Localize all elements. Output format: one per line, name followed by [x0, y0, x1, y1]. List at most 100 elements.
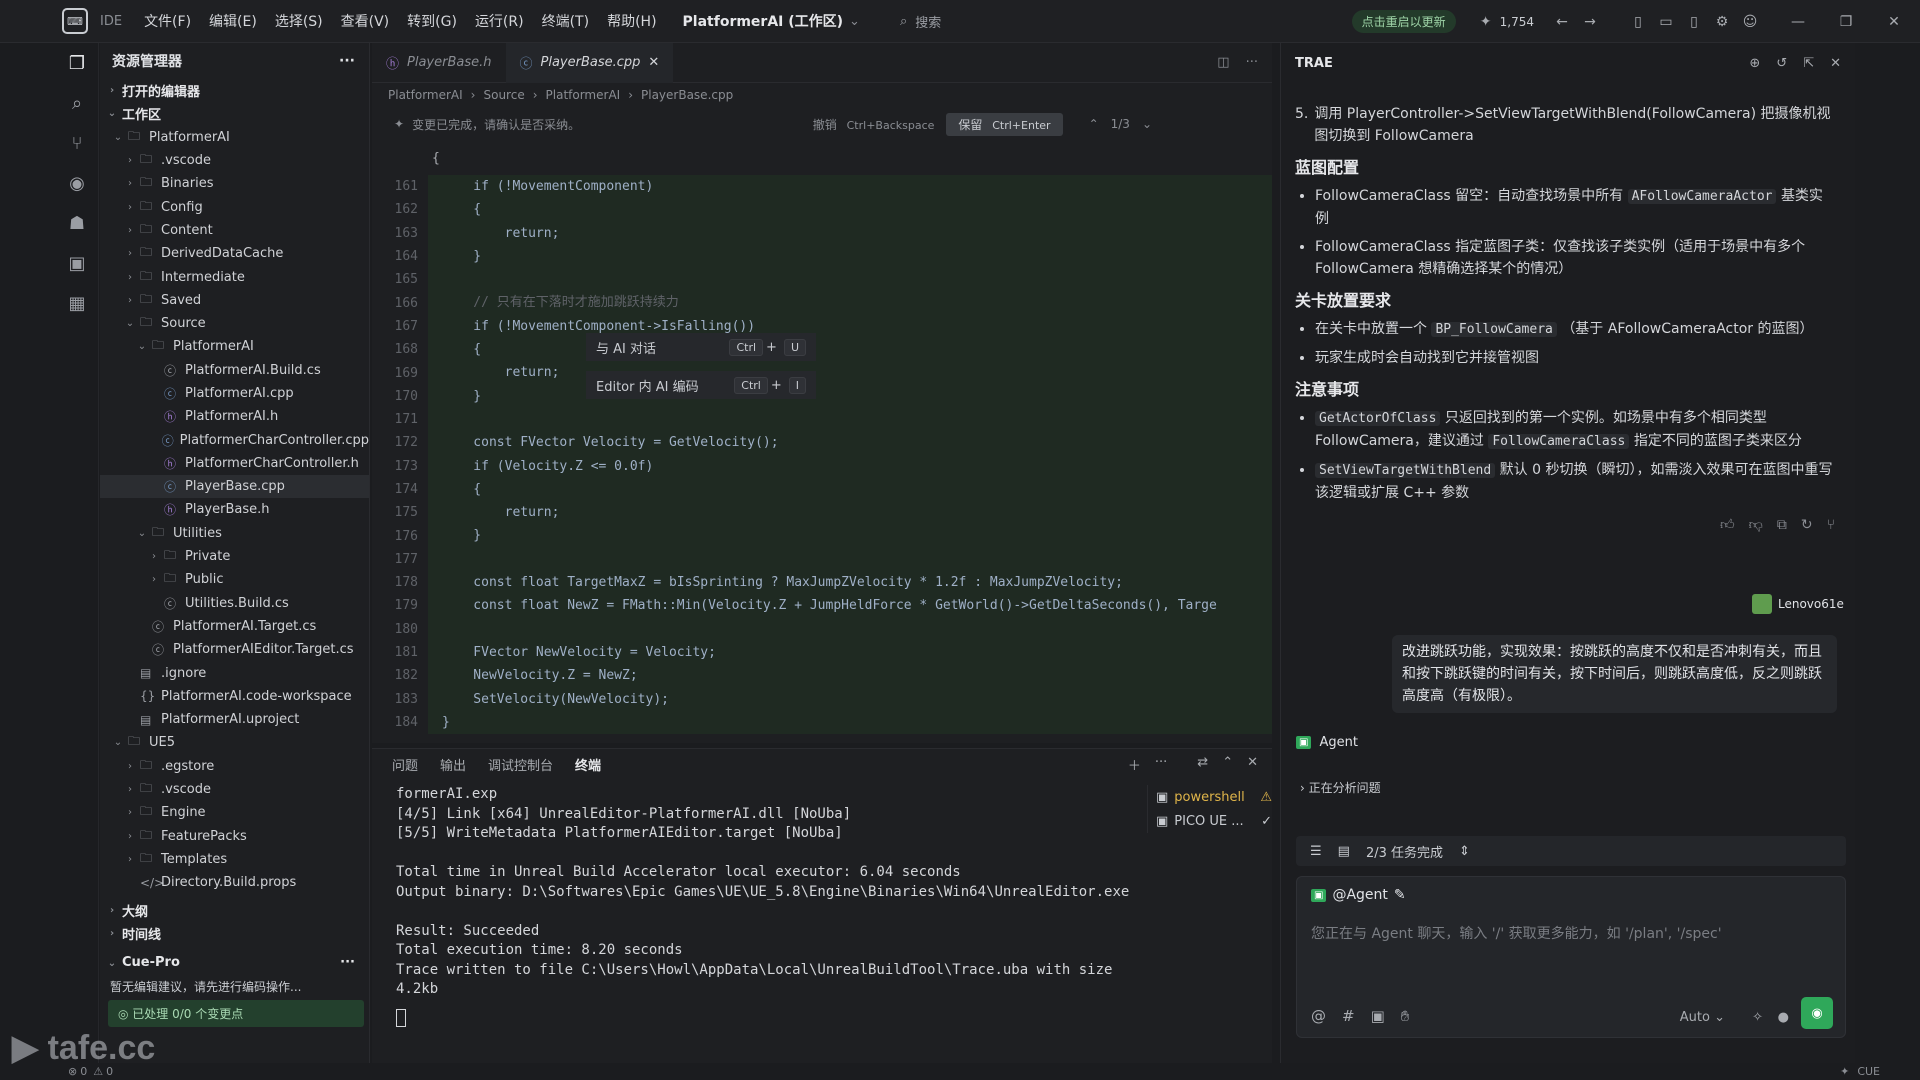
folder-item[interactable]: › 🗀︎ Private [100, 545, 369, 568]
copy-icon[interactable]: ⧉ [1777, 514, 1787, 536]
breadcrumb-item[interactable]: PlatformerAI [388, 88, 463, 102]
file-item[interactable]: ⓒ Utilities.Build.cs [100, 592, 369, 615]
forward-arrow-icon[interactable]: → [1576, 14, 1604, 30]
file-item[interactable]: ▤ PlatformerAI.uproject [100, 708, 369, 731]
project-switcher[interactable]: PlatformerAI (工作区) [683, 11, 844, 31]
cue-pro-section[interactable]: ⌄ Cue-Pro ··· [100, 951, 369, 974]
context-menu-edit[interactable]: Editor 内 AI 编码 Ctrl + I [586, 371, 816, 399]
history-icon[interactable]: ↺ [1776, 56, 1787, 71]
code-view[interactable]: 161 if (!MovementComponent) 162 {163 retu… [372, 175, 1272, 735]
context-menu-chat[interactable]: 与 AI 对话 Ctrl + U [586, 333, 816, 361]
folder-item[interactable]: › 🗀︎ Intermediate [100, 265, 369, 288]
timeline-section[interactable]: › 时间线 [100, 922, 369, 945]
back-arrow-icon[interactable]: ← [1548, 14, 1576, 30]
file-item[interactable]: {} PlatformerAI.code-workspace [100, 685, 369, 708]
file-item[interactable]: ⓒ PlatformerAI.cpp [100, 382, 369, 405]
keep-button[interactable]: 保留 Ctrl+Enter [946, 112, 1063, 136]
minimize-icon[interactable]: — [1784, 14, 1812, 30]
file-item[interactable]: ⓒ PlatformerCharController.cpp [100, 428, 369, 451]
open-external-icon[interactable]: ⇱ [1803, 56, 1814, 71]
microphone-icon[interactable]: ● [1778, 1010, 1789, 1025]
agent-mention[interactable]: ▣ @Agent ✎ [1311, 887, 1406, 903]
search-icon[interactable]: ⌕ [55, 83, 99, 123]
folder-item[interactable]: › 🗀︎ Templates [100, 848, 369, 871]
thumbs-up-icon[interactable]: 👍︎ [1720, 514, 1735, 536]
close-tab-icon[interactable]: ✕ [648, 55, 659, 70]
workspace-section[interactable]: ⌄ 工作区 [100, 102, 369, 125]
file-item[interactable]: ⓗ PlayerBase.h [100, 498, 369, 521]
folder-item[interactable]: › 🗀︎ Binaries [100, 172, 369, 195]
folder-item[interactable]: ⌄ 🗀︎ UE5 [100, 731, 369, 754]
next-change-icon[interactable]: ⌄ [1142, 117, 1152, 131]
menu-item[interactable]: 选择(S) [275, 11, 323, 31]
folder-item[interactable]: › 🗀︎ Public [100, 568, 369, 591]
hash-context-icon[interactable]: # [1342, 1007, 1355, 1025]
tab-playerbase-cpp[interactable]: ⓒ PlayerBase.cpp ✕ [505, 42, 674, 83]
folder-item[interactable]: › 🗀︎ .vscode [100, 149, 369, 172]
app-logo-icon[interactable]: ⌨ [62, 8, 88, 34]
folder-item[interactable]: › 🗀︎ Saved [100, 289, 369, 312]
tab-playerbase-h[interactable]: ⓗ PlayerBase.h [372, 43, 506, 83]
split-editor-icon[interactable]: ◫ [1217, 55, 1229, 70]
folder-item[interactable]: › 🗀︎ .vscode [100, 778, 369, 801]
file-item[interactable]: ⓗ PlatformerAI.h [100, 405, 369, 428]
hand-icon[interactable]: ✋︎ [1401, 1007, 1410, 1025]
folder-item[interactable]: ⌄ 🗀︎ PlatformerAI [100, 335, 369, 358]
chat-input-box[interactable]: ▣ @Agent ✎ 您正在与 Agent 聊天，输入 '/' 获取更多能力，如… [1296, 876, 1846, 1038]
model-selector[interactable]: Auto ⌄ [1680, 1010, 1725, 1025]
watch-icon[interactable]: ◉ [55, 163, 99, 203]
terminal-output[interactable]: formerAI.exp [4/5] Link [x64] UnrealEdito… [396, 785, 1156, 1000]
close-icon[interactable]: ✕ [1830, 56, 1841, 71]
settings-icon[interactable]: ⚙ [1708, 14, 1736, 30]
file-item[interactable]: ⓒ PlayerBase.cpp [100, 475, 369, 499]
menu-item[interactable]: 运行(R) [475, 11, 524, 31]
breadcrumb-item[interactable]: PlatformerAI [546, 88, 621, 102]
menu-item[interactable]: 编辑(E) [209, 11, 257, 31]
outline-section[interactable]: › 大纲 [100, 898, 369, 921]
more-actions-icon[interactable]: ··· [340, 955, 355, 970]
undo-button[interactable]: 撤销 Ctrl+Backspace [813, 116, 935, 133]
extensions-icon[interactable]: ▦ [55, 283, 99, 323]
restart-update-button[interactable]: 点击重启以更新 [1351, 10, 1456, 33]
breadcrumb-item[interactable]: Source [483, 88, 524, 102]
split-terminal-icon[interactable]: ⇄ [1197, 755, 1208, 774]
branch-icon[interactable]: ⑂ [1827, 514, 1835, 536]
toggle-panel-icon[interactable]: ▭ [1652, 14, 1680, 30]
chevron-down-icon[interactable]: ⌄ [849, 14, 860, 29]
toggle-sidebar-icon[interactable]: ▯ [1624, 14, 1652, 30]
prev-change-icon[interactable]: ⌃ [1089, 117, 1099, 131]
tasks-icon[interactable]: ☰ [1310, 844, 1322, 859]
menu-item[interactable]: 帮助(H) [607, 11, 656, 31]
menu-item[interactable]: 查看(V) [341, 11, 390, 31]
folder-item[interactable]: ⌄ 🗀︎ PlatformerAI [100, 126, 369, 149]
maximize-icon[interactable]: ❐ [1832, 14, 1860, 30]
explorer-icon[interactable]: ❐ [55, 43, 99, 83]
debug-icon[interactable]: ☗ [55, 203, 99, 243]
thumbs-down-icon[interactable]: 👎︎ [1749, 514, 1763, 536]
folder-item[interactable]: › 🗀︎ DerivedDataCache [100, 242, 369, 265]
global-search[interactable]: ⌕ 搜索 [900, 12, 941, 31]
document-icon[interactable]: ▤ [1338, 844, 1350, 859]
folder-item[interactable]: › 🗀︎ FeaturePacks [100, 825, 369, 848]
sparkle-icon[interactable]: ✧ [1752, 1010, 1763, 1025]
maximize-panel-icon[interactable]: ⌃ [1222, 755, 1233, 774]
open-editors-section[interactable]: › 打开的编辑器 [100, 79, 369, 102]
folder-item[interactable]: › 🗀︎ .egstore [100, 755, 369, 778]
close-window-icon[interactable]: ✕ [1880, 14, 1908, 30]
at-mention-icon[interactable]: @ [1311, 1007, 1326, 1025]
more-actions-icon[interactable]: ··· [1246, 55, 1258, 70]
remote-icon[interactable]: ▣ [55, 243, 99, 283]
menu-item[interactable]: 文件(F) [144, 11, 191, 31]
menu-item[interactable]: 终端(T) [542, 11, 589, 31]
file-item[interactable]: ▤ .ignore [100, 661, 369, 684]
folder-item[interactable]: › 🗀︎ Content [100, 219, 369, 242]
source-control-icon[interactable]: ⑂ [55, 123, 99, 163]
breadcrumb-item[interactable]: PlayerBase.cpp [641, 88, 733, 102]
more-actions-icon[interactable]: ··· [1155, 755, 1167, 774]
file-item[interactable]: ⓒ PlatformerAI.Target.cs [100, 615, 369, 638]
file-item[interactable]: ⓒ PlatformerAIEditor.Target.cs [100, 638, 369, 661]
analyzing-status[interactable]: › 正在分析问题 [1300, 779, 1381, 796]
panel-tab[interactable]: 输出 [440, 755, 466, 774]
retry-icon[interactable]: ↻ [1801, 514, 1813, 536]
folder-item[interactable]: ⌄ 🗀︎ Utilities [100, 522, 369, 545]
